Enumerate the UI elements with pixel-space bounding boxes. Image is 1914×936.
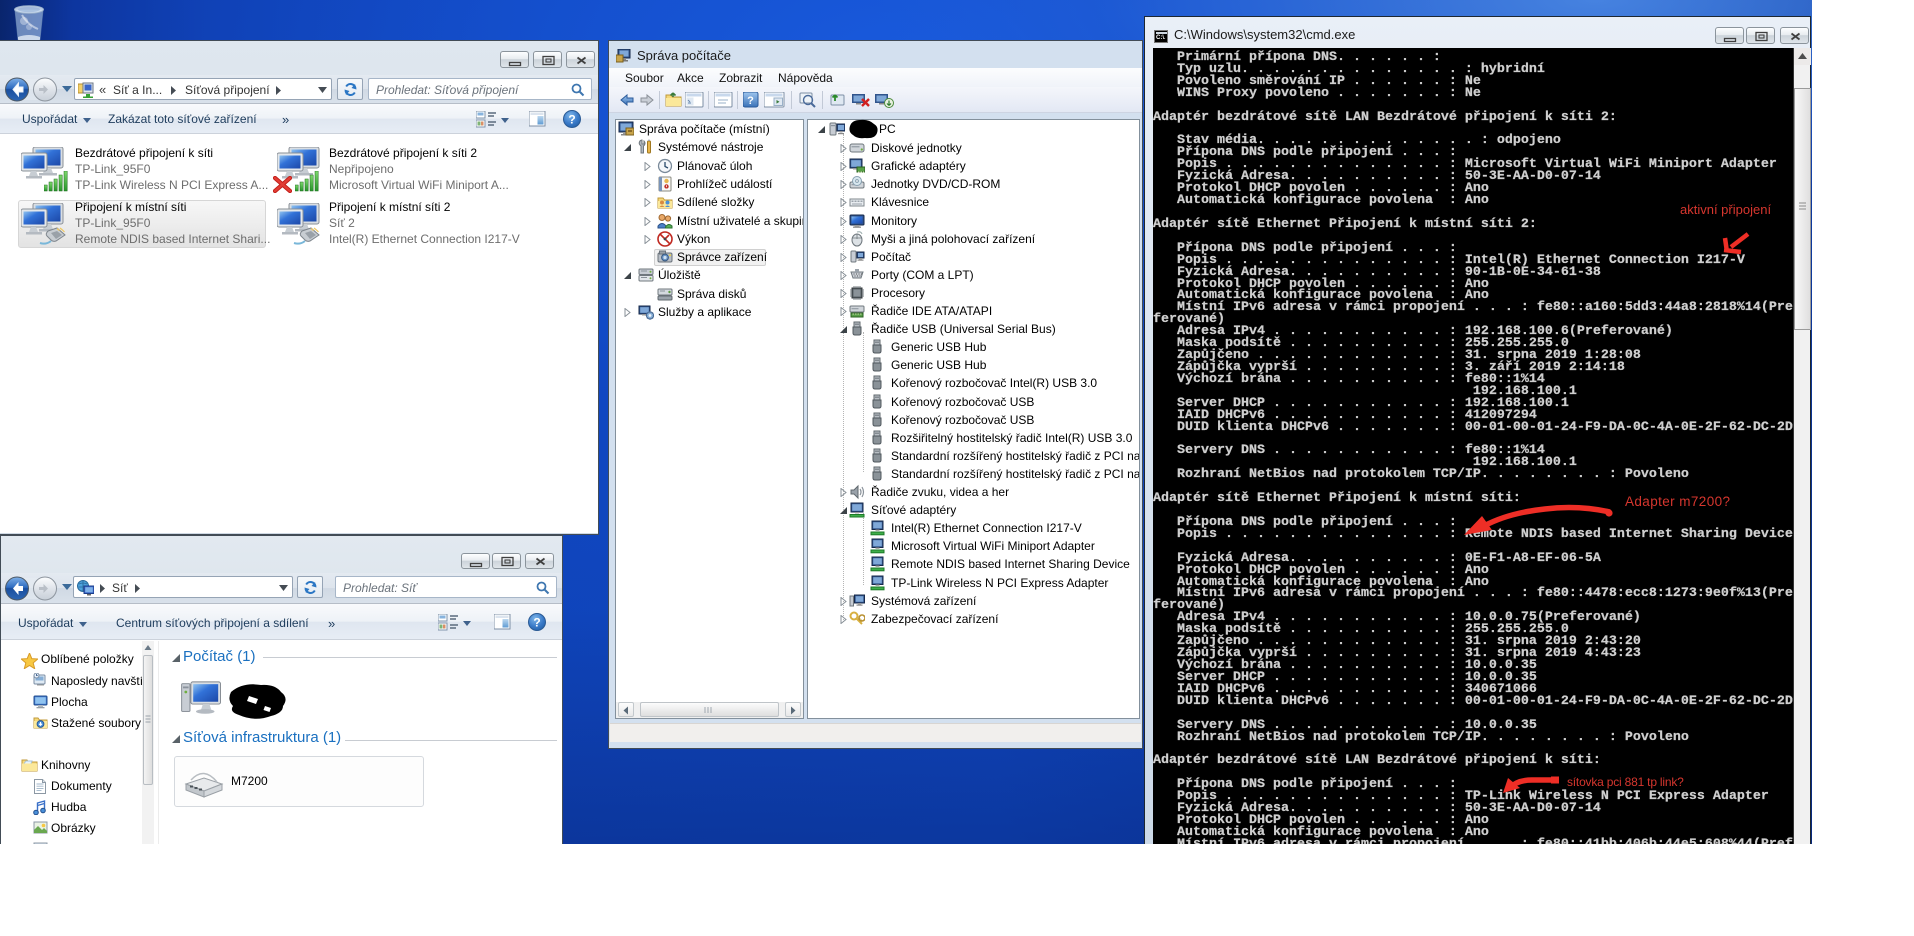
svg-text:?: ?	[747, 95, 754, 107]
svg-text:?: ?	[568, 113, 575, 127]
svg-text:?: ?	[533, 616, 540, 630]
